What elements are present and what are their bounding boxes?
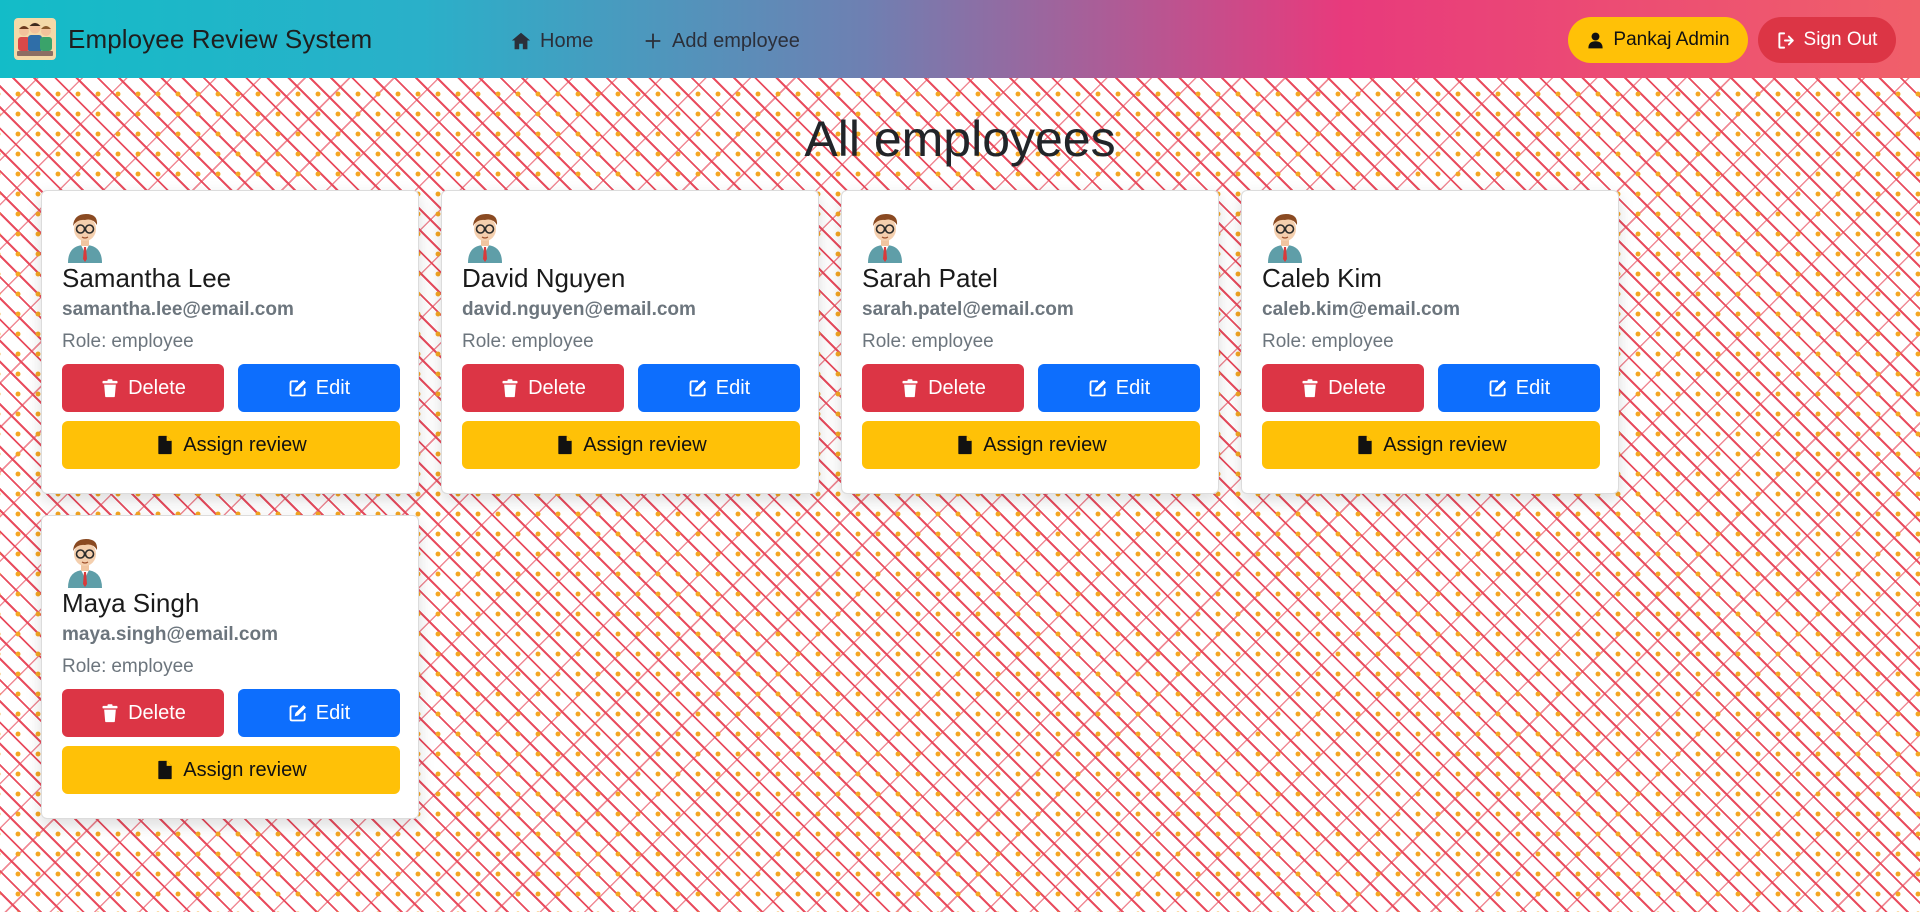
employee-avatar-icon xyxy=(68,214,102,263)
role-label: Role: xyxy=(1262,331,1307,352)
employee-role: Role: employee xyxy=(62,656,194,678)
edit-button[interactable]: Edit xyxy=(238,689,400,737)
user-name: Pankaj Admin xyxy=(1613,29,1730,50)
edit-icon xyxy=(289,705,306,722)
edit-label: Edit xyxy=(315,376,351,399)
employee-role: Role: employee xyxy=(462,331,594,353)
edit-icon xyxy=(689,380,706,397)
delete-button[interactable]: Delete xyxy=(862,364,1024,412)
file-icon xyxy=(158,760,172,780)
user-icon xyxy=(1588,32,1604,48)
edit-label: Edit xyxy=(1515,376,1551,399)
delete-button[interactable]: Delete xyxy=(1262,364,1424,412)
sign-out-label: Sign Out xyxy=(1803,29,1878,50)
role-label: Role: xyxy=(462,331,507,352)
employee-role: Role: employee xyxy=(1262,331,1394,353)
edit-label: Edit xyxy=(715,376,751,399)
employee-email: maya.singh@email.com xyxy=(62,624,278,645)
file-icon xyxy=(558,435,572,455)
role-value: employee xyxy=(111,656,194,677)
delete-label: Delete xyxy=(128,701,186,724)
file-icon xyxy=(958,435,972,455)
nav-add-employee-label: Add employee xyxy=(672,29,800,52)
delete-button[interactable]: Delete xyxy=(462,364,624,412)
employee-card: Samantha Lee samantha.lee@email.com Role… xyxy=(41,190,419,494)
sign-out-button[interactable]: Sign Out xyxy=(1758,17,1896,63)
employee-avatar-icon xyxy=(1268,214,1302,263)
trash-icon xyxy=(902,379,918,398)
assign-review-label: Assign review xyxy=(583,433,707,456)
employee-email: david.nguyen@email.com xyxy=(462,299,696,320)
edit-label: Edit xyxy=(315,701,351,724)
team-logo-icon xyxy=(14,18,56,60)
edit-label: Edit xyxy=(1115,376,1151,399)
role-value: employee xyxy=(1311,331,1394,352)
role-value: employee xyxy=(911,331,994,352)
plus-icon xyxy=(645,33,661,49)
nav-add-employee-link[interactable]: Add employee xyxy=(642,26,800,56)
assign-review-label: Assign review xyxy=(983,433,1107,456)
user-profile-button[interactable]: Pankaj Admin xyxy=(1568,17,1748,63)
brand[interactable]: Employee Review System xyxy=(14,18,372,60)
house-icon xyxy=(511,32,531,50)
assign-review-button[interactable]: Assign review xyxy=(62,421,400,469)
nav-home-label: Home xyxy=(540,29,594,52)
employee-email: caleb.kim@email.com xyxy=(1262,299,1461,320)
employee-avatar-icon xyxy=(868,214,902,263)
trash-icon xyxy=(502,379,518,398)
employee-card: Sarah Patel sarah.patel@email.com Role: … xyxy=(841,190,1219,494)
employee-card: Maya Singh maya.singh@email.com Role: em… xyxy=(41,515,419,819)
edit-button[interactable]: Edit xyxy=(238,364,400,412)
employee-name: Maya Singh xyxy=(62,588,200,618)
edit-icon xyxy=(1089,380,1106,397)
employee-email: sarah.patel@email.com xyxy=(862,299,1074,320)
delete-label: Delete xyxy=(928,376,986,399)
employee-avatar-icon xyxy=(68,539,102,588)
file-icon xyxy=(158,435,172,455)
delete-label: Delete xyxy=(128,376,186,399)
role-value: employee xyxy=(511,331,594,352)
role-label: Role: xyxy=(862,331,907,352)
role-value: employee xyxy=(111,331,194,352)
employee-email: samantha.lee@email.com xyxy=(62,299,294,320)
assign-review-label: Assign review xyxy=(1383,433,1507,456)
delete-label: Delete xyxy=(528,376,586,399)
employee-card: Caleb Kim caleb.kim@email.com Role: empl… xyxy=(1241,190,1619,494)
employee-role: Role: employee xyxy=(862,331,994,353)
assign-review-label: Assign review xyxy=(183,758,307,781)
edit-icon xyxy=(1489,380,1506,397)
employee-name: David Nguyen xyxy=(462,263,626,293)
employee-card: David Nguyen david.nguyen@email.com Role… xyxy=(441,190,819,494)
edit-button[interactable]: Edit xyxy=(638,364,800,412)
edit-button[interactable]: Edit xyxy=(1038,364,1200,412)
file-icon xyxy=(1358,435,1372,455)
assign-review-button[interactable]: Assign review xyxy=(462,421,800,469)
trash-icon xyxy=(102,704,118,723)
assign-review-button[interactable]: Assign review xyxy=(1262,421,1600,469)
employee-role: Role: employee xyxy=(62,331,194,353)
sign-out-icon xyxy=(1777,31,1794,49)
employee-name: Caleb Kim xyxy=(1262,263,1382,293)
assign-review-button[interactable]: Assign review xyxy=(862,421,1200,469)
navbar: Employee Review System Home Add employee… xyxy=(0,0,1920,78)
assign-review-button[interactable]: Assign review xyxy=(62,746,400,794)
role-label: Role: xyxy=(62,331,107,352)
employee-name: Sarah Patel xyxy=(862,263,998,293)
edit-button[interactable]: Edit xyxy=(1438,364,1600,412)
assign-review-label: Assign review xyxy=(183,433,307,456)
delete-label: Delete xyxy=(1328,376,1386,399)
employee-name: Samantha Lee xyxy=(62,263,232,293)
brand-title: Employee Review System xyxy=(68,23,373,54)
page-title: All employees xyxy=(804,111,1116,167)
trash-icon xyxy=(102,379,118,398)
delete-button[interactable]: Delete xyxy=(62,689,224,737)
employee-avatar-icon xyxy=(468,214,502,263)
edit-icon xyxy=(289,380,306,397)
nav-home-link[interactable]: Home xyxy=(510,26,593,56)
role-label: Role: xyxy=(62,656,107,677)
delete-button[interactable]: Delete xyxy=(62,364,224,412)
trash-icon xyxy=(1302,379,1318,398)
